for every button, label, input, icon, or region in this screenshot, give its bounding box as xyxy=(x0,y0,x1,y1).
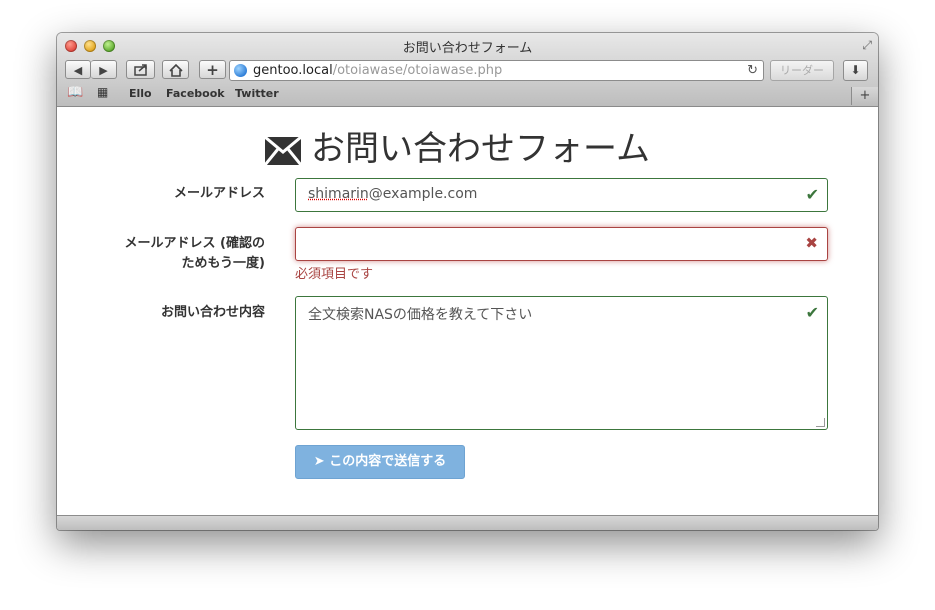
forward-button[interactable]: ▶ xyxy=(91,60,117,79)
message-value: 全文検索NASの価格を教えて下さい xyxy=(308,307,533,323)
resize-handle[interactable] xyxy=(816,418,825,427)
submit-label: この内容で送信する xyxy=(329,454,447,469)
new-tab-button[interactable]: + xyxy=(851,87,878,105)
share-button[interactable] xyxy=(126,60,155,79)
email-confirm-error: 必須項目です xyxy=(295,267,374,282)
email-confirm-label-line1: メールアドレス (確認の xyxy=(124,236,265,251)
top-sites-icon[interactable]: ▦ xyxy=(97,85,108,99)
url-host: gentoo.local xyxy=(253,63,333,78)
downloads-button[interactable]: ⬇ xyxy=(843,60,868,81)
address-bar[interactable]: gentoo.local/otoiawase/otoiawase.php ↻ xyxy=(229,60,764,81)
submit-button[interactable]: ➤ この内容で送信する xyxy=(295,445,465,479)
page-content: お問い合わせフォーム メールアドレス shimarin@example.com … xyxy=(57,107,878,515)
check-icon: ✔ xyxy=(805,185,819,204)
x-icon: ✖ xyxy=(805,234,818,252)
bookmark-twitter[interactable]: Twitter xyxy=(235,87,279,100)
plus-icon: + xyxy=(859,88,871,103)
home-button[interactable] xyxy=(162,60,189,79)
plus-icon: + xyxy=(206,61,219,79)
reader-button[interactable]: リーダー xyxy=(770,60,834,81)
check-icon: ✔ xyxy=(805,303,819,322)
reading-list-icon[interactable]: 📖 xyxy=(67,85,83,100)
email-confirm-label: メールアドレス (確認の ためもう一度) xyxy=(70,234,265,274)
paper-plane-icon: ➤ xyxy=(313,454,325,469)
bookmarks-bar: 📖 ▦ Ello Facebook Twitter xyxy=(57,85,878,105)
email-field[interactable]: shimarin@example.com ✔ xyxy=(295,178,828,212)
bookmark-facebook[interactable]: Facebook xyxy=(166,87,225,100)
message-label: お問い合わせ内容 xyxy=(160,305,265,320)
download-icon: ⬇ xyxy=(850,63,861,77)
add-bookmark-button[interactable]: + xyxy=(199,60,226,79)
envelope-icon xyxy=(265,136,301,165)
forward-icon: ▶ xyxy=(99,64,108,77)
reload-icon[interactable]: ↻ xyxy=(747,61,758,80)
url-path: /otoiawase/otoiawase.php xyxy=(332,63,503,78)
browser-window: お問い合わせフォーム ⤢ ◀ ▶ + gentoo.local/otoiawas… xyxy=(57,33,878,530)
share-icon xyxy=(133,64,147,76)
bookmark-ello[interactable]: Ello xyxy=(129,87,152,100)
email-value-rest: @example.com xyxy=(368,186,478,202)
email-confirm-label-line2: ためもう一度) xyxy=(181,256,265,271)
fullscreen-icon[interactable]: ⤢ xyxy=(862,38,872,53)
globe-icon xyxy=(234,64,247,77)
home-icon xyxy=(168,63,183,77)
email-label: メールアドレス xyxy=(173,186,265,201)
page-title: お問い合わせフォーム xyxy=(265,127,650,171)
window-title: お問い合わせフォーム xyxy=(402,41,533,56)
back-button[interactable]: ◀ xyxy=(65,60,91,79)
page-title-text: お問い合わせフォーム xyxy=(311,129,650,169)
back-icon: ◀ xyxy=(73,64,83,77)
email-value-misspelled: shimarin xyxy=(308,186,369,202)
message-textarea[interactable]: 全文検索NASの価格を教えて下さい ✔ xyxy=(295,296,828,430)
email-confirm-field[interactable]: ✖ xyxy=(295,227,828,261)
status-bar xyxy=(57,515,878,530)
title-bar: お問い合わせフォーム ⤢ ◀ ▶ + gentoo.local/otoiawas… xyxy=(57,33,878,107)
